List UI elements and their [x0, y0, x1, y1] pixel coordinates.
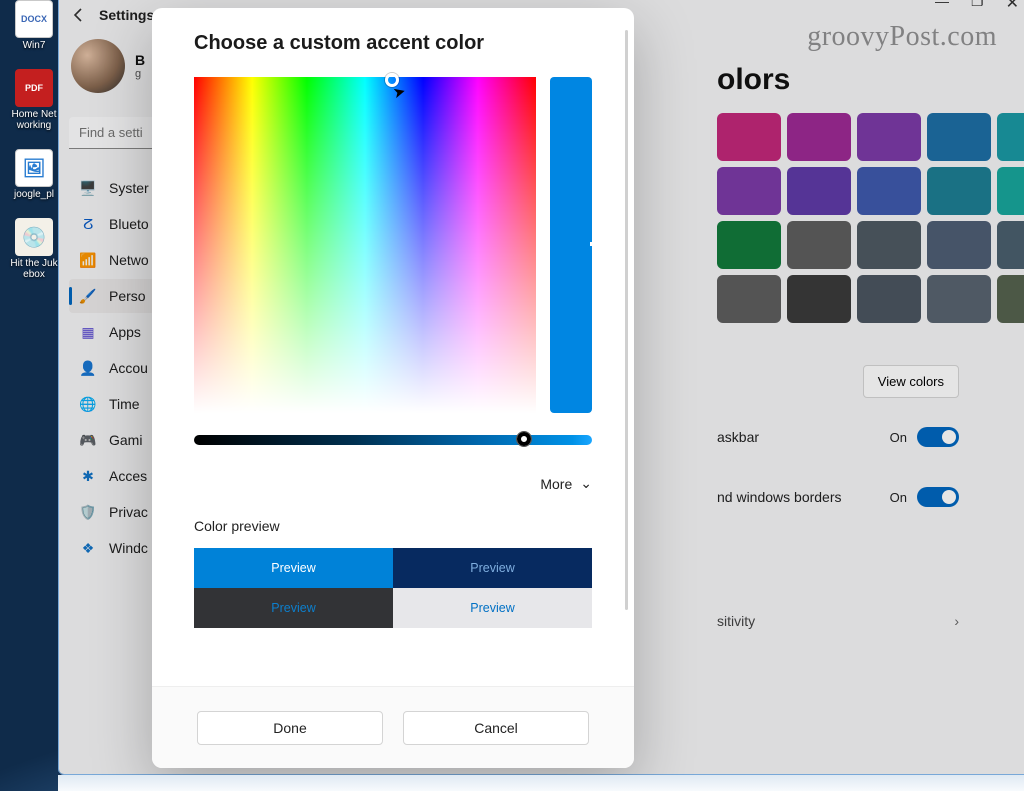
preview-tile-dark-bg: Preview	[194, 588, 393, 628]
cancel-button[interactable]: Cancel	[403, 711, 589, 745]
value-slider[interactable]	[194, 435, 592, 445]
more-label: More	[540, 476, 572, 492]
desktop-icon-label: joogle_pl	[14, 189, 54, 200]
color-spectrum[interactable]: ➤	[194, 77, 536, 413]
desktop-icon[interactable]: PDF Home Networking	[8, 69, 60, 131]
current-color-preview	[550, 77, 592, 413]
color-picker-dialog: Choose a custom accent color ➤ More ⌄ Co…	[152, 8, 634, 768]
image-icon: 🖼	[15, 149, 53, 187]
preview-tile-light-accent: Preview	[194, 548, 393, 588]
desktop-icon[interactable]: 💿 Hit the Jukebox	[8, 218, 60, 280]
dialog-scrollbar[interactable]	[625, 30, 628, 610]
done-button[interactable]: Done	[197, 711, 383, 745]
docx-icon: DOCX	[15, 0, 53, 38]
chevron-down-icon: ⌄	[580, 475, 592, 492]
desktop-icon-label: Win7	[23, 40, 46, 51]
desktop-icon-label: Home Networking	[8, 109, 60, 131]
color-preview-label: Color preview	[194, 518, 592, 534]
desktop-icon[interactable]: DOCX Win7	[8, 0, 60, 51]
desktop-icon[interactable]: 🖼 joogle_pl	[8, 149, 60, 200]
dialog-footer: Done Cancel	[152, 686, 634, 768]
value-slider-knob[interactable]	[516, 431, 532, 447]
dialog-title: Choose a custom accent color	[194, 32, 592, 55]
taskbar[interactable]	[58, 775, 1024, 791]
more-expander[interactable]: More ⌄	[194, 475, 592, 492]
preview-tile-light-bg: Preview	[393, 588, 592, 628]
color-preview-grid: Preview Preview Preview Preview	[194, 548, 592, 628]
pdf-icon: PDF	[15, 69, 53, 107]
cursor-icon: ➤	[391, 82, 408, 103]
desktop-icon-label: Hit the Jukebox	[8, 258, 60, 280]
preview-tile-dark-accent: Preview	[393, 548, 592, 588]
preview-notch	[590, 242, 593, 246]
desktop-icons: DOCX Win7 PDF Home Networking 🖼 joogle_p…	[8, 0, 60, 280]
disc-icon: 💿	[15, 218, 53, 256]
